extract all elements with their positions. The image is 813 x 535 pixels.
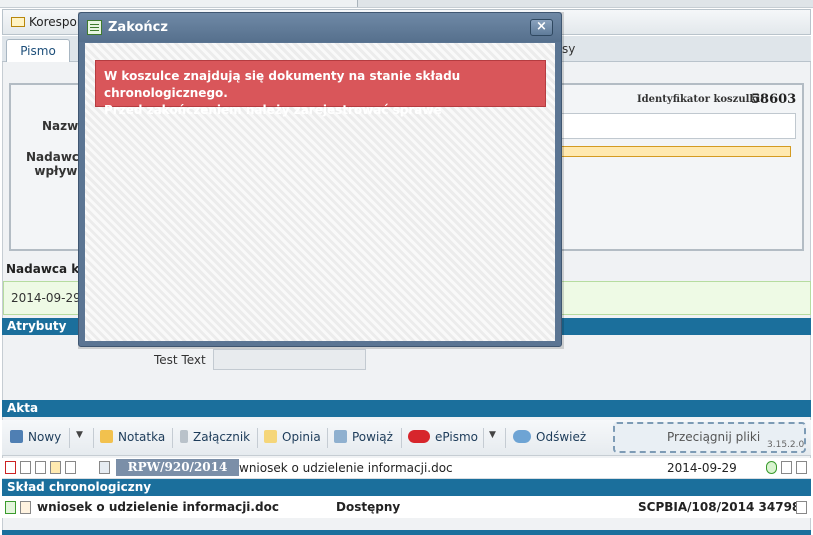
epismo-button[interactable]: ePismo — [408, 430, 478, 444]
link-button[interactable]: Powiąż — [334, 430, 393, 444]
new-dropdown-chevron-icon[interactable]: ▼ — [76, 430, 83, 440]
sender-section-label: Nadawca ko — [6, 262, 88, 276]
attachment-button[interactable]: Załącznik — [180, 430, 250, 444]
sender-progress-field[interactable] — [560, 146, 791, 157]
print-icon[interactable] — [796, 501, 807, 514]
sklad-status: Dostępny — [336, 500, 401, 514]
close-button[interactable]: × — [530, 19, 553, 36]
akta-header: Akta — [2, 400, 811, 417]
file-icon — [99, 461, 110, 474]
refresh-icon — [513, 430, 531, 443]
form-icon — [87, 20, 102, 35]
error-message: W koszulce znajdują się dokumenty na sta… — [95, 60, 546, 117]
tab-partial[interactable]: sy — [562, 42, 575, 56]
arrow-in-icon — [5, 501, 16, 514]
doc-lock-icon — [20, 501, 31, 514]
finish-dialog: Zakończ × W koszulce znajdują się dokume… — [78, 12, 562, 347]
note-icon — [100, 430, 113, 443]
speech-bubble-icon — [264, 430, 277, 443]
paperclip-icon — [180, 430, 188, 443]
bookmark-icon[interactable] — [20, 461, 31, 474]
sklad-document-name[interactable]: wniosek o udzielenie informacji.doc — [37, 500, 279, 514]
name-field[interactable] — [560, 113, 796, 139]
identifier-label: Identyfikator koszulki: — [637, 94, 764, 105]
document-date: 2014-09-29 — [667, 461, 737, 475]
sklad-row[interactable]: wniosek o udzielenie informacji.doc Dost… — [2, 496, 811, 518]
dialog-body: W koszulce znajdują się dokumenty na sta… — [85, 43, 555, 341]
top-strip — [0, 0, 813, 8]
link-icon — [334, 430, 347, 443]
tab-pismo[interactable]: Pismo — [6, 39, 70, 63]
print-icon[interactable] — [65, 461, 76, 474]
rpw-badge[interactable]: RPW/920/2014 — [116, 459, 239, 476]
refresh-button[interactable]: Odśwież — [513, 430, 586, 444]
epismo-dropdown-chevron-icon[interactable]: ▼ — [489, 430, 496, 440]
document-icon[interactable] — [50, 461, 61, 474]
trash-icon[interactable] — [796, 461, 807, 474]
document-row[interactable]: RPW/920/2014 wniosek o udzielenie inform… — [2, 458, 811, 479]
new-button[interactable]: Nowy — [10, 430, 61, 444]
identifier-value: 58603 — [751, 92, 797, 107]
epismo-logo-icon — [408, 430, 430, 443]
refresh-green-icon[interactable] — [766, 461, 777, 474]
sklad-signature: SCPBIA/108/2014 34798 — [638, 500, 801, 514]
opinion-button[interactable]: Opinia — [264, 430, 321, 444]
bottom-bar — [2, 530, 811, 535]
version-label: 3.15.2.0 — [767, 440, 805, 450]
note-button[interactable]: Notatka — [100, 430, 165, 444]
new-icon — [10, 430, 23, 443]
document-name[interactable]: wniosek o udzielenie informacji.doc — [239, 461, 453, 475]
list-icon[interactable] — [781, 461, 792, 474]
test-text-label: Test Text — [154, 353, 206, 367]
envelope-icon — [11, 17, 25, 27]
dialog-title: Zakończ — [108, 20, 168, 35]
test-text-field[interactable] — [213, 349, 366, 370]
dialog-titlebar[interactable]: Zakończ × — [79, 13, 561, 42]
sklad-header: Skład chronologiczny — [2, 479, 811, 496]
info-icon[interactable] — [35, 461, 46, 474]
status-icon — [5, 461, 16, 474]
